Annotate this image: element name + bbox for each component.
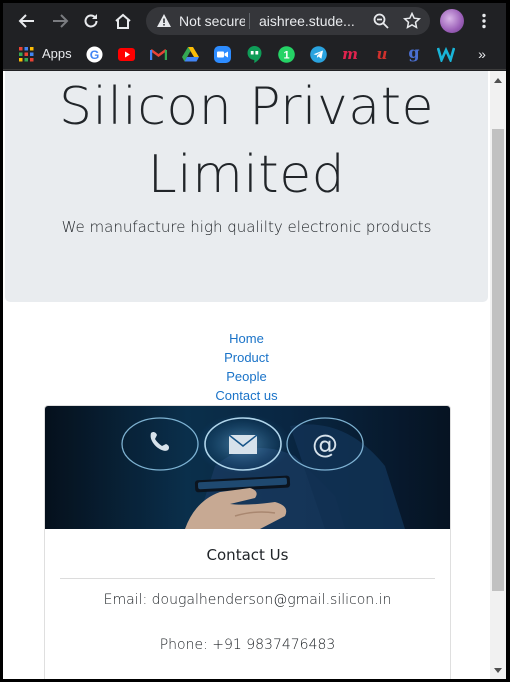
home-icon — [115, 13, 131, 29]
profile-avatar[interactable] — [440, 9, 464, 33]
page-title-line-2: Limited — [147, 145, 346, 205]
arrow-right-icon — [53, 14, 69, 28]
forward-button[interactable] — [48, 9, 72, 33]
g-blue-icon[interactable]: g — [405, 45, 423, 63]
svg-text:1: 1 — [283, 49, 289, 61]
home-button[interactable] — [111, 9, 135, 33]
nav-link-home[interactable]: Home — [3, 329, 490, 348]
zoom-meetings-icon[interactable] — [213, 45, 231, 63]
zoom-icon[interactable] — [372, 12, 390, 30]
card-title: Contact Us — [206, 546, 289, 564]
more-vert-icon — [482, 13, 486, 29]
back-button[interactable] — [15, 9, 39, 33]
telegram-icon[interactable] — [309, 45, 327, 63]
svg-text:g: g — [408, 45, 419, 62]
gmail-icon[interactable] — [149, 45, 167, 63]
scrollbar-thumb[interactable] — [492, 129, 504, 591]
apps-grid-icon[interactable] — [17, 45, 35, 63]
star-icon[interactable] — [403, 12, 421, 30]
security-status[interactable]: Not secure — [179, 12, 245, 30]
contact-phone: Phone: +91 9837476483 — [159, 637, 336, 653]
address-bar[interactable]: Not secure aishree.stude... — [146, 7, 430, 35]
page-viewport: Silicon Private Limited We manufacture h… — [3, 71, 490, 679]
youtube-icon[interactable] — [117, 45, 135, 63]
reload-button[interactable] — [79, 9, 103, 33]
nav-link-people[interactable]: People — [3, 367, 490, 386]
nav-link-product[interactable]: Product — [3, 348, 490, 367]
more-bookmarks-button[interactable]: » — [473, 45, 491, 63]
m-red-icon[interactable]: m — [341, 45, 359, 63]
page-title-line-1: Silicon Private — [58, 77, 435, 137]
page-title: Silicon Private Limited — [5, 73, 488, 209]
reload-icon — [84, 14, 98, 28]
drive-icon[interactable] — [181, 45, 199, 63]
u-red-icon[interactable]: u — [373, 45, 391, 63]
warning-icon — [157, 14, 171, 27]
scroll-up-arrow-icon[interactable] — [494, 78, 502, 83]
contact-banner-image: @ — [45, 406, 450, 529]
hangouts-icon[interactable] — [245, 45, 263, 63]
site-nav: Home Product People Contact us — [3, 329, 490, 405]
card-divider — [60, 578, 435, 579]
w-cyan-icon[interactable] — [437, 45, 455, 63]
contact-card: @ Contact Us Email: dougalhenderson@gmai… — [44, 405, 451, 679]
browser-toolbar: Not secure aishree.stude... — [3, 3, 506, 39]
svg-text:u: u — [377, 46, 388, 62]
svg-text:G: G — [89, 47, 99, 61]
google-icon[interactable]: G — [85, 45, 103, 63]
bookmarks-bar: Apps G 1 m u g » — [3, 39, 506, 70]
svg-text:m: m — [342, 46, 358, 62]
vertical-scrollbar[interactable] — [490, 71, 506, 679]
nav-link-contact[interactable]: Contact us — [3, 386, 490, 405]
browser-window: Not secure aishree.stude... Apps G 1 m u… — [3, 3, 506, 679]
arrow-left-icon — [18, 14, 34, 28]
url-text[interactable]: aishree.stude... — [259, 12, 355, 30]
menu-button[interactable] — [472, 9, 496, 33]
whatsapp-icon[interactable]: 1 — [277, 45, 295, 63]
page-lead: We manufacture high qualilty electronic … — [61, 218, 432, 236]
jumbotron: Silicon Private Limited We manufacture h… — [5, 71, 488, 302]
apps-label[interactable]: Apps — [42, 46, 72, 61]
scroll-down-arrow-icon[interactable] — [494, 668, 502, 673]
omnibox-divider — [249, 13, 250, 29]
contact-email: Email: dougalhenderson@gmail.silicon.in — [103, 592, 392, 608]
